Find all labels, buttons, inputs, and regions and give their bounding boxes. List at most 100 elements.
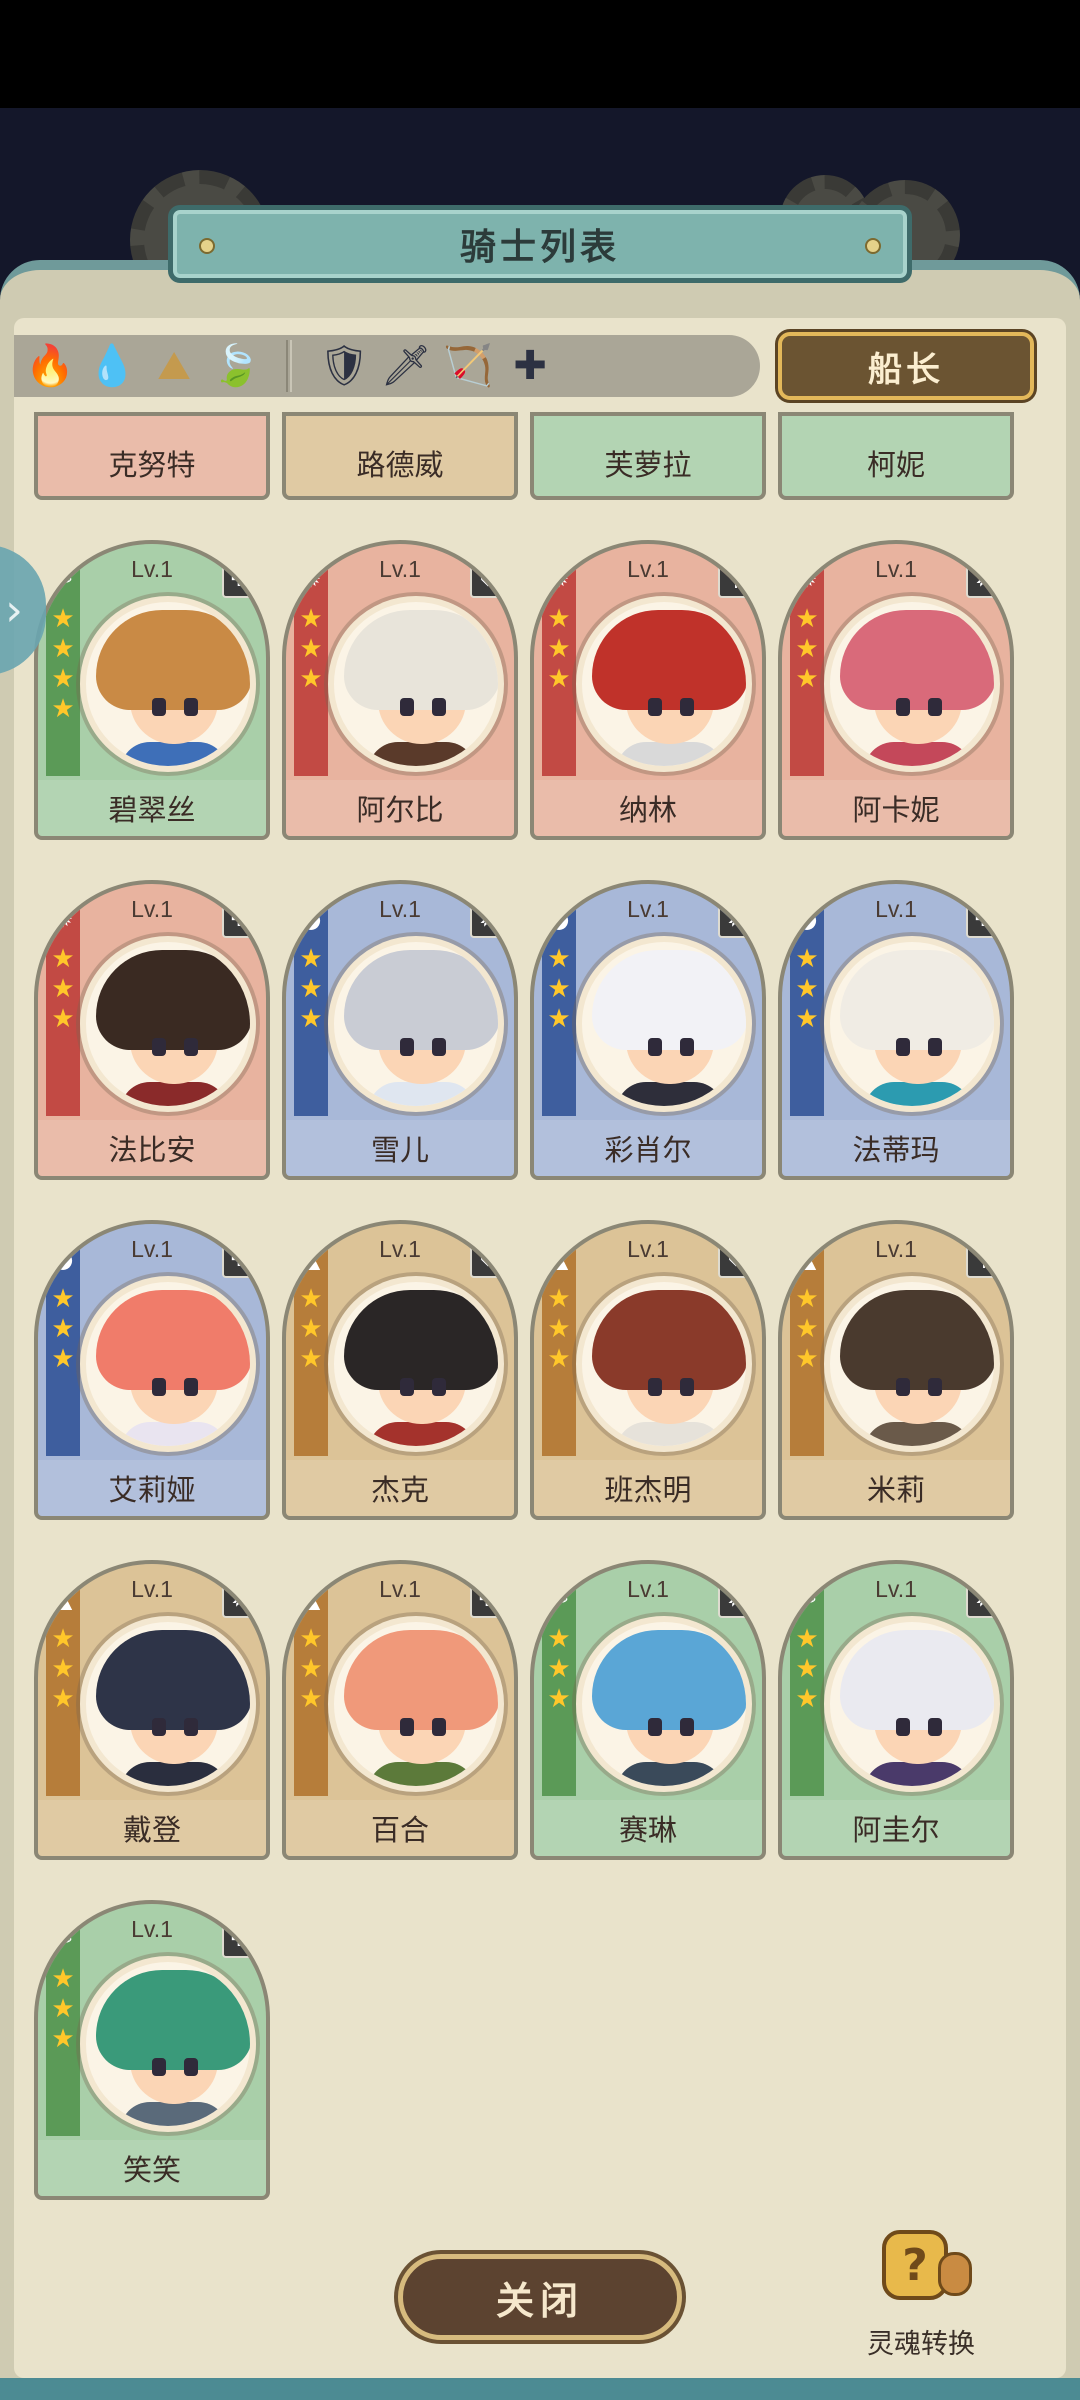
filter-earth-icon[interactable]: ⛰ [148,340,200,392]
water-element-icon: ● [300,905,322,933]
filter-water-icon[interactable]: 💧 [86,340,138,392]
knight-card[interactable]: Lv.1 ✹ ★ ★ ★ ⛨ 阿尔比 [282,540,518,840]
knight-card[interactable]: Lv.1 ● ★ ★ ★ ➶ 彩肖尔 [530,880,766,1180]
wind-element-icon: ❧ [52,1925,74,1953]
knight-card[interactable]: Lv.1 ▲ ★ ★ ★ ⛨ 班杰明 [530,1220,766,1520]
knight-name: 班杰明 [534,1460,762,1516]
fire-element-icon: ✹ [796,565,818,593]
knight-card-partial[interactable]: 克努特 [34,412,270,500]
knight-card[interactable]: Lv.1 ✹ ★ ★ ★ ➶ 阿卡妮 [778,540,1014,840]
knight-card[interactable]: Lv.1 ▲ ★ ★ ★ † 米莉 [778,1220,1014,1520]
earth-element-icon: ▲ [301,1245,321,1273]
knight-portrait [824,1616,1000,1792]
captain-button[interactable]: 船长 [778,332,1034,400]
wind-element-icon: ❧ [52,565,74,593]
star-rating: ★ ★ ★ [795,1284,819,1374]
filter-healer-icon[interactable]: ✚ [504,340,556,392]
knight-name: 法比安 [38,1120,266,1176]
star-rating: ★ ★ ★ [51,1624,75,1714]
knight-card[interactable]: Lv.1 ▲ ★ ★ ★ ✚ 百合 [282,1560,518,1860]
filter-wind-icon[interactable]: 🍃 [210,340,262,392]
shield-role-icon: ⛨ [718,1240,754,1278]
knight-name: 碧翠丝 [38,780,266,836]
water-element-icon: ● [52,1245,74,1273]
star-rating: ★ ★ ★ [51,1284,75,1374]
knight-card[interactable]: Lv.1 ✹ ★ ★ ★ † 纳林 [530,540,766,840]
knight-card-partial[interactable]: 芙萝拉 [530,412,766,500]
knight-portrait [80,1956,256,2132]
fire-element-icon: ✹ [300,565,322,593]
close-button[interactable]: 关闭 [398,2254,682,2340]
knight-name: 法蒂玛 [782,1120,1010,1176]
knight-portrait [576,596,752,772]
knight-name: 柯妮 [782,416,1010,496]
knight-card[interactable]: Lv.1 ▲ ★ ★ ★ ⛨ 杰克 [282,1220,518,1520]
knight-card[interactable]: Lv.1 ❧ ★ ★ ★ ➶ 阿圭尔 [778,1560,1014,1860]
knight-portrait [328,936,504,1112]
star-rating: ★ ★ ★ [795,1624,819,1714]
knight-name: 彩肖尔 [534,1120,762,1176]
knight-portrait [824,936,1000,1112]
knight-card[interactable]: Lv.1 ● ★ ★ ★ ✚ 艾莉娅 [34,1220,270,1520]
knight-card-partial[interactable]: 柯妮 [778,412,1014,500]
healer-role-icon: ✚ [222,900,258,938]
knight-card[interactable]: Lv.1 ✹ ★ ★ ★ ✚ 法比安 [34,880,270,1180]
earth-element-icon: ▲ [549,1245,569,1273]
fire-element-icon: ✹ [52,905,74,933]
healer-role-icon: ✚ [470,1580,506,1618]
knight-grid[interactable]: 克努特 路德威 芙萝拉 柯妮 Lv.1 ❧ ★ ★ ★ ★ ✚ 碧翠丝 Lv.1 ✹ ★ ★ ★ ⛨ 阿尔比 Lv.1… [14,412,1066,2232]
star-rating: ★ ★ ★ [299,604,323,694]
knight-card[interactable]: Lv.1 ❧ ★ ★ ★ ★ ✚ 碧翠丝 [34,540,270,840]
knight-portrait [576,936,752,1112]
star-rating: ★ ★ ★ ★ [51,604,75,724]
knight-name: 阿尔比 [286,780,514,836]
knight-card[interactable]: Lv.1 ● ★ ★ ★ ➶ 雪儿 [282,880,518,1180]
banner-rivet-icon [865,238,881,254]
knight-portrait [80,1616,256,1792]
shield-role-icon: ⛨ [470,1240,506,1278]
knight-name: 百合 [286,1800,514,1856]
knight-portrait [80,596,256,772]
shield-role-icon: ⛨ [470,560,506,598]
earth-element-icon: ▲ [301,1585,321,1613]
bow-role-icon: ➶ [470,900,506,938]
knight-card-partial[interactable]: 路德威 [282,412,518,500]
knight-name: 芙萝拉 [534,416,762,496]
knight-name: 戴登 [38,1800,266,1856]
water-element-icon: ● [796,905,818,933]
soul-convert-button[interactable]: ? 灵魂转换 [866,2226,976,2360]
star-rating: ★ ★ ★ [547,944,571,1034]
knight-card[interactable]: Lv.1 ● ★ ★ ★ ✚ 法蒂玛 [778,880,1014,1180]
filter-sword-icon[interactable]: 🗡 [380,340,432,392]
healer-role-icon: ✚ [966,900,1002,938]
water-element-icon: ● [548,905,570,933]
page-title: 骑士列表 [459,227,620,268]
knight-card[interactable]: Lv.1 ▲ ★ ★ ★ ➶ 戴登 [34,1560,270,1860]
knight-name: 赛琳 [534,1800,762,1856]
knight-card[interactable]: Lv.1 ❧ ★ ★ ★ ✚ 笑笑 [34,1900,270,2200]
star-rating: ★ ★ ★ [299,1624,323,1714]
knight-card[interactable]: Lv.1 ❧ ★ ★ ★ ➶ 赛琳 [530,1560,766,1860]
star-rating: ★ ★ ★ [51,944,75,1034]
bow-role-icon: ➶ [718,1580,754,1618]
filter-shield-icon[interactable]: 🛡 [318,340,370,392]
chevron-right-icon: › [5,584,23,636]
star-rating: ★ ★ ★ [795,944,819,1034]
knight-portrait [80,1276,256,1452]
knight-name: 阿卡妮 [782,780,1010,836]
bow-role-icon: ➶ [718,900,754,938]
star-rating: ★ ★ ★ [795,604,819,694]
knight-portrait [80,936,256,1112]
knight-portrait [824,596,1000,772]
filter-bar: 🔥 💧 ⛰ 🍃 🛡 🗡 🏹 ✚ [14,335,760,397]
knight-portrait [576,1276,752,1452]
healer-role-icon: ✚ [222,1920,258,1958]
knight-name: 艾莉娅 [38,1460,266,1516]
filter-fire-icon[interactable]: 🔥 [24,340,76,392]
filter-bow-icon[interactable]: 🏹 [442,340,494,392]
knight-portrait [328,596,504,772]
knight-portrait [328,1276,504,1452]
status-bar [0,0,1080,108]
earth-element-icon: ▲ [53,1585,73,1613]
banner-rivet-icon [199,238,215,254]
